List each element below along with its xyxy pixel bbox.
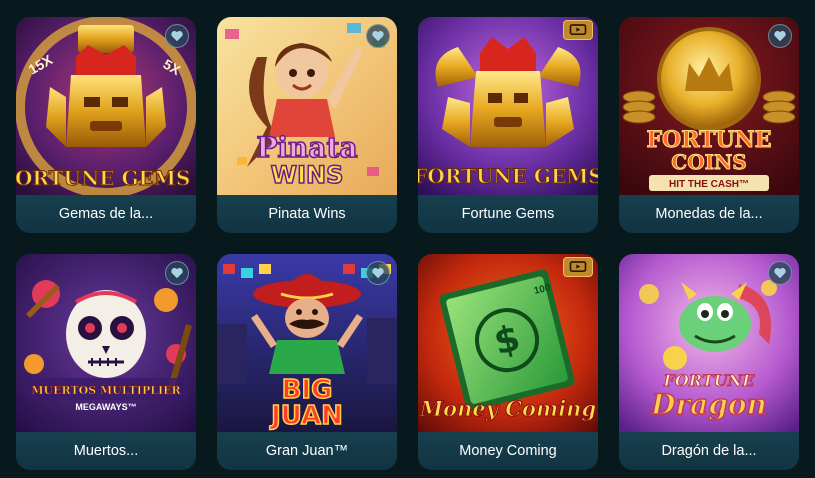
game-logo-subtext: COINS (671, 150, 746, 174)
game-thumbnail[interactable]: $ 100 Money Coming (418, 254, 598, 432)
favorite-button[interactable] (165, 261, 189, 285)
game-logo-subtext: MEGAWAYS™ (75, 402, 136, 412)
game-logo-text: Money Coming (419, 396, 596, 421)
favorite-button[interactable] (768, 24, 792, 48)
game-title[interactable]: Dragón de la... (619, 432, 799, 470)
game-title[interactable]: Gran Juan™ (217, 432, 397, 470)
heart-icon (372, 31, 384, 42)
game-card-fortune-gems-2[interactable]: 15X 5X FORTUNE GEMS 2 Gemas de la... (16, 17, 196, 233)
game-logo-subtext: JUAN (269, 401, 343, 431)
game-logo-text: FORTUNE GEMS (418, 164, 598, 188)
game-card-muertos-multiplier[interactable]: MUERTOS MULTIPLIER MEGAWAYS™ Muertos... (16, 254, 196, 470)
game-logo-tagline: HIT THE CASH™ (669, 179, 749, 190)
game-title[interactable]: Muertos... (16, 432, 196, 470)
favorite-button[interactable] (366, 261, 390, 285)
favorite-button[interactable] (366, 24, 390, 48)
game-logo-text: MUERTOS MULTIPLIER (31, 384, 181, 397)
game-logo-text: Pinata (256, 131, 357, 164)
money-coming-artwork: $ 100 Money Coming (418, 254, 598, 432)
game-card-money-coming[interactable]: $ 100 Money Coming Money Coming (418, 254, 598, 470)
heart-icon (774, 31, 786, 42)
heart-icon (171, 268, 183, 279)
game-title[interactable]: Pinata Wins (217, 195, 397, 233)
game-title[interactable]: Gemas de la... (16, 195, 196, 233)
game-logo-subtext: WINS (271, 161, 344, 189)
game-title[interactable]: Fortune Gems (418, 195, 598, 233)
game-title[interactable]: Money Coming (418, 432, 598, 470)
favorite-button[interactable] (165, 24, 189, 48)
demo-badge-icon (563, 20, 593, 40)
game-card-fortune-gems[interactable]: FORTUNE GEMS Fortune Gems (418, 17, 598, 233)
game-logo-subtext: Dragon (650, 388, 767, 421)
game-card-fortune-dragon[interactable]: FORTUNE Dragon Dragón de la... (619, 254, 799, 470)
favorite-button[interactable] (768, 261, 792, 285)
fortune-gems-artwork: FORTUNE GEMS (418, 17, 598, 195)
game-card-pinata-wins[interactable]: Pinata WINS Pinata Wins (217, 17, 397, 233)
heart-icon (171, 31, 183, 42)
game-card-fortune-coins[interactable]: FORTUNE COINS HIT THE CASH™ Monedas de l… (619, 17, 799, 233)
game-card-big-juan[interactable]: BIG JUAN Gran Juan™ (217, 254, 397, 470)
game-logo-text: FORTUNE GEMS 2 (16, 166, 196, 190)
heart-icon (774, 268, 786, 279)
demo-badge-icon (563, 257, 593, 277)
game-title[interactable]: Monedas de la... (619, 195, 799, 233)
game-thumbnail[interactable]: FORTUNE GEMS (418, 17, 598, 195)
game-grid: 15X 5X FORTUNE GEMS 2 Gemas de la... (16, 17, 799, 470)
heart-icon (372, 268, 384, 279)
